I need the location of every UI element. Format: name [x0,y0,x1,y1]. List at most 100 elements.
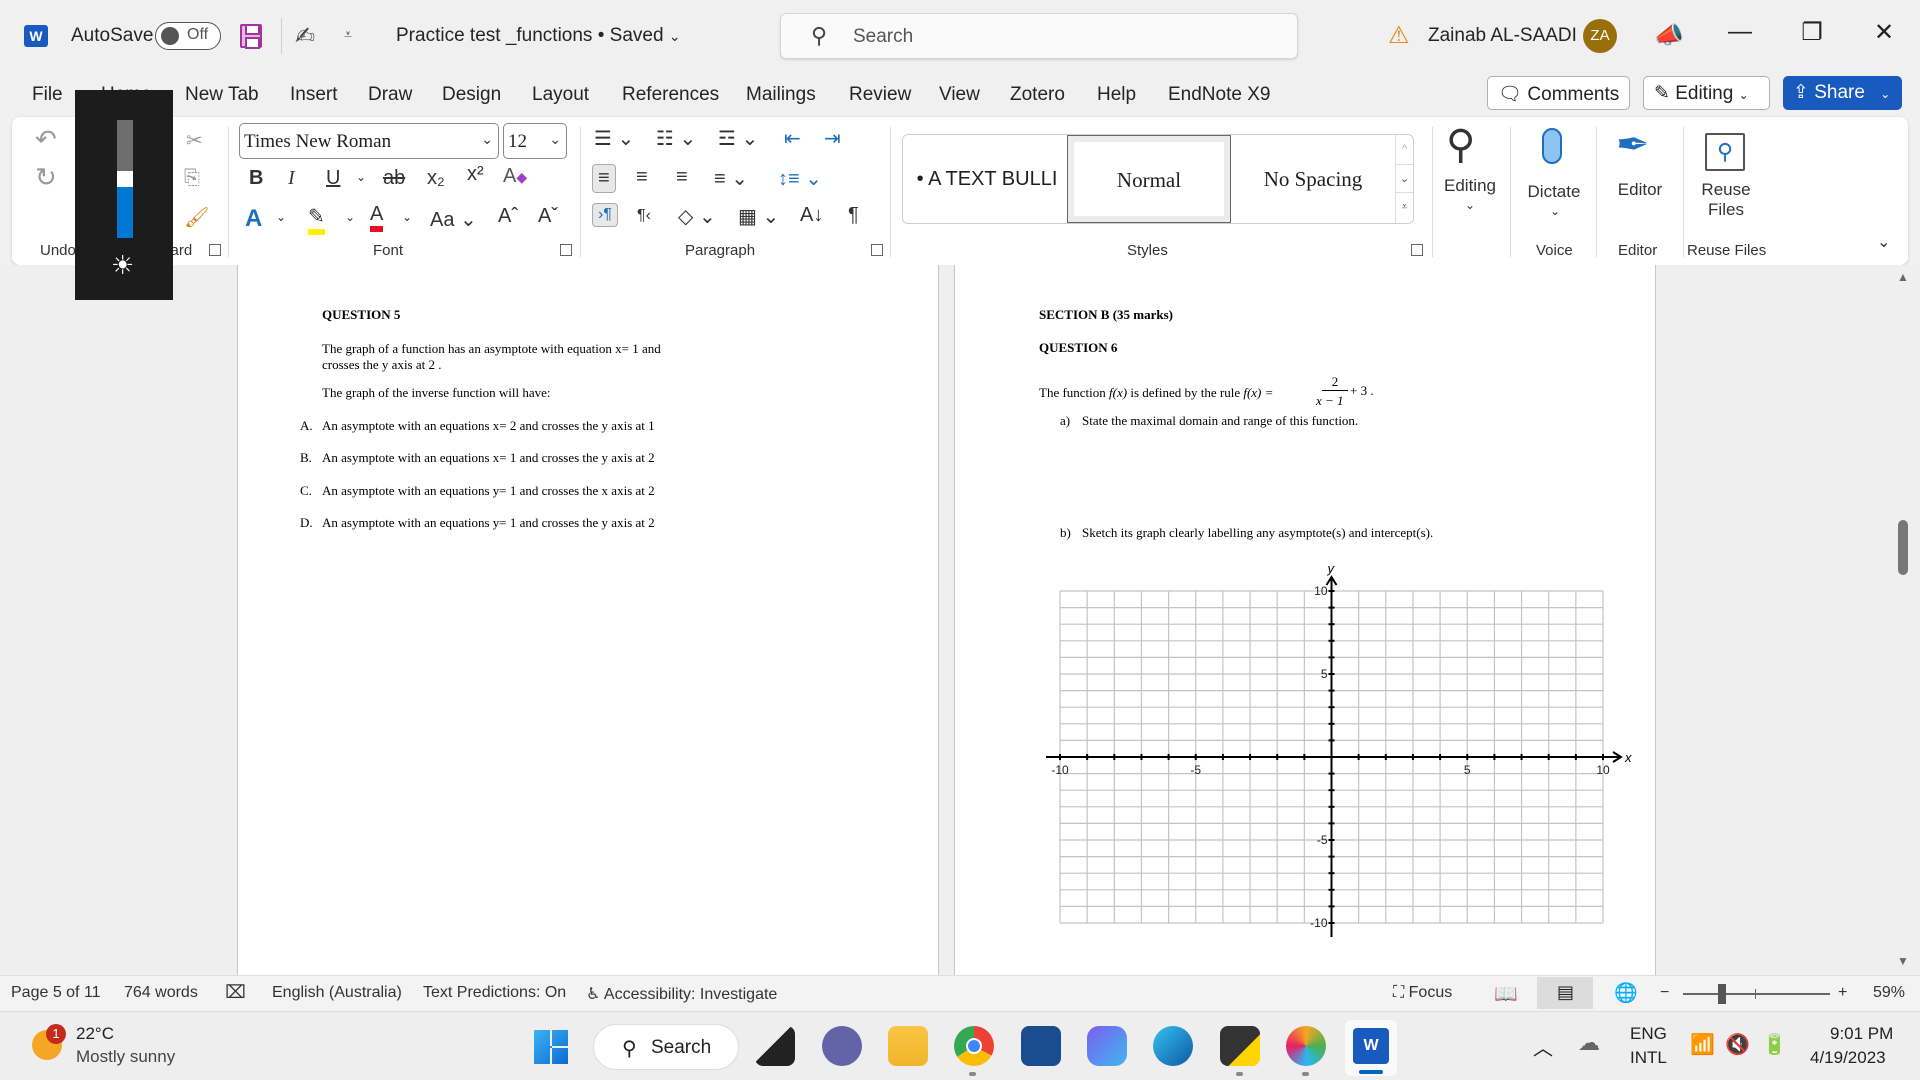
zoom-level[interactable]: 59% [1873,984,1905,1002]
italic-icon[interactable]: I [288,167,295,190]
sticky-notes-icon[interactable] [1220,1026,1260,1066]
weather-temp[interactable]: 22°C [76,1024,114,1044]
cut-icon[interactable]: ✂ [186,128,203,153]
brightness-thumb[interactable] [117,171,133,187]
show-hidden-icons[interactable]: ︿ [1533,1032,1553,1061]
align-center-icon[interactable]: ≡ [636,166,648,189]
strikethrough-icon[interactable]: ab [383,167,405,190]
start-button[interactable] [534,1030,568,1064]
editing-button[interactable]: Editing [1440,176,1500,196]
restore-button[interactable]: ❐ [1792,18,1832,47]
justify-icon[interactable]: ≡ ⌄ [714,166,748,191]
coauthor-megaphone-icon[interactable]: 📣 [1654,21,1684,50]
editor-pen-icon[interactable]: ✒ [1616,122,1650,168]
collapse-ribbon-icon[interactable]: ⌄ [1877,232,1890,252]
format-painter-icon[interactable]: 🖌 [184,205,209,230]
word-taskbar-button[interactable]: W [1345,1020,1397,1076]
task-view-icon[interactable] [755,1026,795,1066]
scroll-down-icon[interactable]: ▼ [1897,954,1909,968]
underline-icon[interactable]: U [326,167,340,190]
rtl-icon[interactable]: ¶‹ [637,207,651,225]
proofing-icon[interactable]: ⌧ [225,982,246,1003]
increase-indent-icon[interactable]: ⇥ [824,126,841,151]
comments-button[interactable]: 🗨 Comments [1487,76,1630,110]
chevron-down-icon[interactable]: ⌄ [356,170,366,184]
tab-design[interactable]: Design [442,84,501,106]
zoom-thumb[interactable] [1718,984,1727,1004]
font-color-icon[interactable]: A [370,203,384,232]
paint-app-icon[interactable] [1286,1026,1326,1066]
microphone-icon[interactable] [1542,128,1562,164]
text-effects-icon[interactable]: A [245,205,262,233]
reuse-files-button[interactable]: Reuse Files [1696,180,1756,220]
font-launcher-icon[interactable] [560,244,572,256]
dictate-button[interactable]: Dictate [1522,182,1586,202]
bold-icon[interactable]: B [249,167,263,190]
scroll-up-icon[interactable]: ▲ [1897,270,1909,284]
align-right-icon[interactable]: ≡ [676,166,688,189]
copy-icon[interactable]: ⎘ [184,167,200,190]
shading-icon[interactable]: ◇ ⌄ [678,204,716,229]
grow-font-icon[interactable]: Aˆ [498,205,518,228]
find-magnifier-icon[interactable]: ⚲ [1446,122,1475,168]
tab-draw[interactable]: Draw [368,84,412,106]
change-case-icon[interactable]: Aa ⌄ [430,207,477,232]
web-layout-icon[interactable]: 🌐 [1614,981,1638,1005]
microsoft-365-icon[interactable] [1087,1026,1127,1066]
wifi-icon[interactable]: 📶 [1690,1032,1715,1057]
shrink-font-icon[interactable]: Aˇ [538,205,558,228]
style-text-bullet[interactable]: • A TEXT BULLI [907,135,1067,223]
align-left-icon[interactable]: ≡ [592,164,616,193]
document-area[interactable] [0,265,1920,975]
autosave-toggle[interactable]: Off [155,22,221,50]
scroll-up-icon[interactable]: ^ [1396,135,1413,164]
styles-more-icon[interactable]: ⩡ [1396,193,1413,222]
page-count[interactable]: Page 5 of 11 [11,984,101,1002]
style-no-spacing[interactable]: No Spacing [1233,135,1393,223]
edge-icon[interactable] [1153,1026,1193,1066]
chrome-icon[interactable] [954,1026,994,1066]
tab-references[interactable]: References [622,84,719,106]
paragraph-launcher-icon[interactable] [871,244,883,256]
numbering-icon[interactable]: ☷ ⌄ [656,126,696,151]
tab-insert[interactable]: Insert [290,84,338,106]
vertical-scrollbar[interactable]: ▲ ▼ [1895,270,1911,970]
clear-formatting-icon[interactable]: A◆ [503,165,527,188]
multilevel-list-icon[interactable]: ☲ ⌄ [718,126,758,151]
chevron-down-icon[interactable]: ⌄ [276,210,286,224]
superscript-icon[interactable]: x² [467,163,484,186]
teams-meet-icon[interactable] [822,1026,862,1066]
close-button[interactable]: ✕ [1864,18,1904,47]
tab-view[interactable]: View [939,84,980,106]
focus-button[interactable]: ⛶ Focus [1393,984,1452,1002]
tab-new-tab[interactable]: New Tab [185,84,259,106]
tab-mailings[interactable]: Mailings [746,84,816,106]
input-language-1[interactable]: ENG [1630,1024,1667,1044]
zoom-in-button[interactable]: + [1838,984,1847,1002]
minimize-button[interactable]: — [1720,18,1760,46]
file-explorer-icon[interactable] [888,1026,928,1066]
warning-icon[interactable]: ⚠ [1388,21,1410,50]
reuse-files-icon[interactable]: ⚲ [1705,133,1745,171]
search-input[interactable]: ⚲ Search [780,13,1298,59]
zoom-out-button[interactable]: − [1660,984,1669,1002]
onedrive-icon[interactable]: ☁ [1578,1030,1600,1056]
redo-icon[interactable]: ↻ [35,162,57,193]
read-mode-icon[interactable]: 📖 [1494,982,1518,1006]
styles-launcher-icon[interactable] [1411,244,1423,256]
scroll-thumb[interactable] [1898,520,1908,575]
tab-layout[interactable]: Layout [532,84,589,106]
style-normal[interactable]: Normal [1067,135,1231,223]
print-layout-button[interactable]: ▤ [1537,977,1593,1009]
zoom-slider[interactable] [1683,984,1830,1004]
customize-qat-icon[interactable]: ⩡ [344,26,352,43]
input-language-2[interactable]: INTL [1630,1048,1667,1068]
clock-date[interactable]: 4/19/2023 [1810,1048,1886,1068]
highlight-icon[interactable]: ✎ [308,204,325,235]
user-name[interactable]: Zainab AL-SAADI [1428,25,1577,47]
text-predictions[interactable]: Text Predictions: On [423,984,566,1002]
word-count[interactable]: 764 words [124,984,198,1002]
font-name-dropdown[interactable]: Times New Roman ⌄ [239,123,499,159]
avatar[interactable]: ZA [1583,19,1617,53]
tab-review[interactable]: Review [849,84,911,106]
